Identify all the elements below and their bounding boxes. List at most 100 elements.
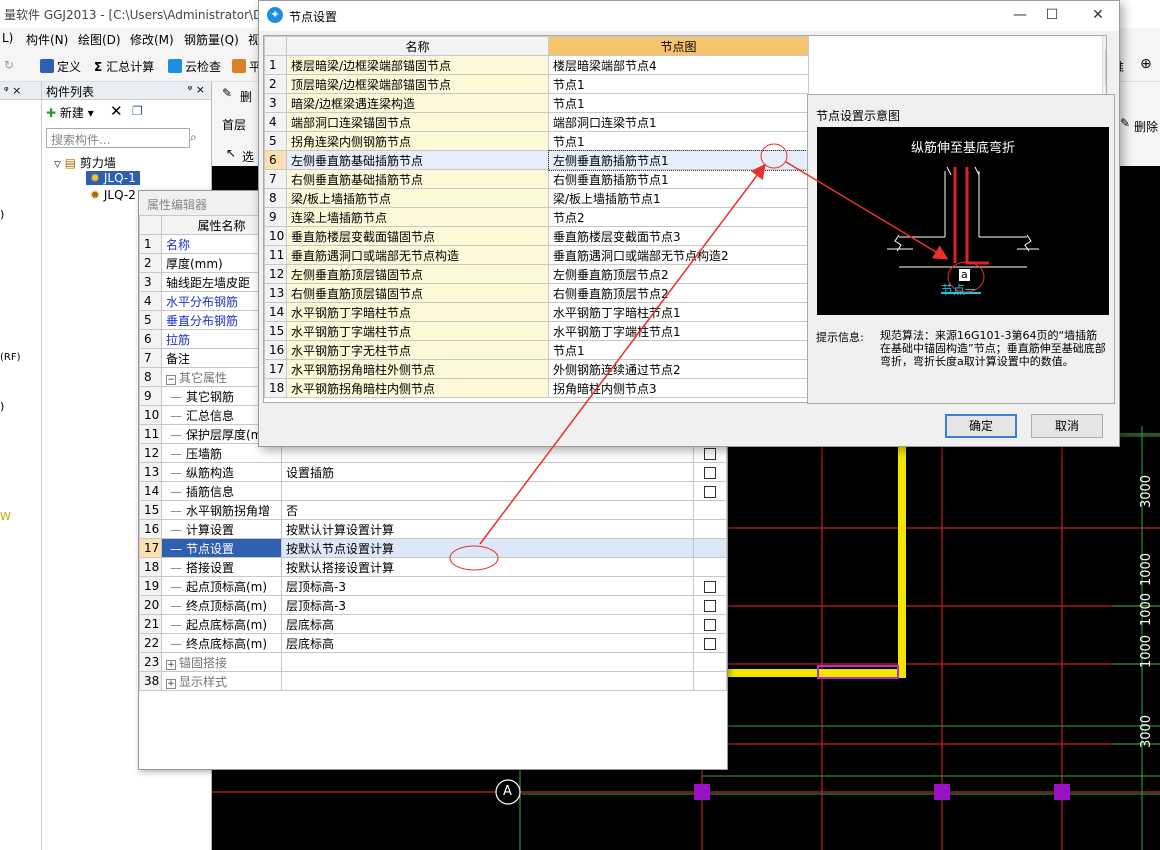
- node-row[interactable]: 11 垂直筋遇洞口或端部无节点构造 垂直筋遇洞口或端部无节点构造2: [264, 245, 809, 265]
- property-row[interactable]: 13 — 纵筋构造 设置插筋: [139, 462, 727, 482]
- node-row[interactable]: 18 水平钢筋拐角暗柱内侧节点 拐角暗柱内侧节点3: [264, 378, 809, 398]
- property-checkbox[interactable]: [704, 580, 716, 593]
- property-checkbox[interactable]: [704, 618, 716, 631]
- property-row[interactable]: 16 — 计算设置 按默认计算设置计算: [139, 519, 727, 539]
- property-value[interactable]: 层顶标高-3: [281, 576, 694, 596]
- node-row[interactable]: 7 右侧垂直筋基础插筋节点 右侧垂直筋插筋节点1: [264, 169, 809, 189]
- node-row[interactable]: 2 顶层暗梁/边框梁端部锚固节点 节点1: [264, 74, 809, 94]
- node-setting-value[interactable]: 节点1: [548, 74, 809, 94]
- node-setting-value[interactable]: 外侧钢筋连续通过节点2: [548, 359, 809, 379]
- node-row[interactable]: 9 连梁上墙插筋节点 节点2: [264, 207, 809, 227]
- node-row[interactable]: 6 左侧垂直筋基础插筋节点 左侧垂直筋插筋节点1: [264, 149, 810, 171]
- menu-item-rebar-quantity[interactable]: 钢筋量(Q): [184, 31, 239, 48]
- maximize-button[interactable]: ☐: [1037, 5, 1067, 25]
- node-row[interactable]: 15 水平钢筋丁字端柱节点 水平钢筋丁字端柱节点1: [264, 321, 809, 341]
- node-setting-value[interactable]: 右侧垂直筋顶层节点2: [548, 283, 809, 303]
- search-icon[interactable]: ⌕: [190, 130, 197, 145]
- node-row[interactable]: 14 水平钢筋丁字暗柱节点 水平钢筋丁字暗柱节点1: [264, 302, 809, 322]
- property-row[interactable]: 22 — 终点底标高(m) 层底标高: [139, 633, 727, 653]
- property-row[interactable]: 14 — 插筋信息: [139, 481, 727, 501]
- property-value[interactable]: 层底标高: [281, 633, 694, 653]
- tree-root[interactable]: ▽ ▤ 剪力墙: [54, 154, 116, 171]
- property-row[interactable]: 18 — 搭接设置 按默认搭接设置计算: [139, 557, 727, 577]
- node-setting-value[interactable]: 节点1: [548, 131, 809, 151]
- delete-x-icon[interactable]: ✕: [110, 102, 123, 120]
- collapse-icon[interactable]: ▽: [54, 160, 61, 170]
- property-checkbox[interactable]: [704, 599, 716, 612]
- tree-item-jlq2[interactable]: ✹ JLQ-2: [90, 188, 136, 202]
- brush-icon-right[interactable]: ✎: [1120, 116, 1130, 130]
- property-row[interactable]: 23 + 锚固搭接: [139, 652, 727, 672]
- node-setting-value[interactable]: 节点2: [548, 207, 809, 227]
- layer-selector[interactable]: 首层: [222, 116, 246, 133]
- flat-button[interactable]: 平: [232, 58, 261, 75]
- delete-button-right[interactable]: 删除: [1134, 118, 1158, 135]
- node-row[interactable]: 17 水平钢筋拐角暗柱外侧节点 外侧钢筋连续通过节点2: [264, 359, 809, 379]
- delete-button-left[interactable]: 删: [240, 88, 252, 105]
- node-setting-value[interactable]: 右侧垂直筋插筋节点1: [548, 169, 809, 189]
- node-setting-value[interactable]: 水平钢筋丁字暗柱节点1: [548, 302, 809, 322]
- menu-item-draw[interactable]: 绘图(D): [78, 31, 121, 48]
- node-row[interactable]: 1 楼层暗梁/边框梁端部锚固节点 楼层暗梁端部节点4: [264, 55, 809, 75]
- property-checkbox[interactable]: [704, 485, 716, 498]
- summary-calc-button[interactable]: Σ 汇总计算: [94, 58, 154, 75]
- copy-icon[interactable]: ❐: [132, 104, 143, 118]
- property-checkbox[interactable]: [704, 466, 716, 479]
- node-setting-value[interactable]: 节点1: [548, 93, 809, 113]
- property-row[interactable]: 15 — 水平钢筋拐角增否: [139, 500, 727, 520]
- node-row[interactable]: 8 梁/板上墙插筋节点 梁/板上墙插筋节点1: [264, 188, 809, 208]
- node-setting-value[interactable]: 垂直筋楼层变截面节点3: [548, 226, 809, 246]
- node-row[interactable]: 16 水平钢筋丁字无柱节点 节点1: [264, 340, 809, 360]
- pin-close-icon[interactable]: ᵠ ×: [188, 83, 205, 96]
- property-value[interactable]: 层顶标高-3: [281, 595, 694, 615]
- property-value[interactable]: 设置插筋: [281, 462, 694, 482]
- node-row[interactable]: 4 端部洞口连梁锚固节点 端部洞口连梁节点1: [264, 112, 809, 132]
- define-button[interactable]: 定义: [40, 58, 81, 75]
- property-value[interactable]: 层底标高: [281, 614, 694, 634]
- property-value[interactable]: 否: [281, 500, 694, 520]
- node-setting-value[interactable]: 左侧垂直筋顶层节点2: [548, 264, 809, 284]
- property-row[interactable]: 21 — 起点底标高(m) 层底标高: [139, 614, 727, 634]
- property-value[interactable]: [281, 671, 694, 691]
- node-setting-value[interactable]: 拐角暗柱内侧节点3: [548, 378, 809, 398]
- close-button[interactable]: ✕: [1083, 5, 1113, 25]
- tree-item-jlq1[interactable]: ✹ JLQ-1: [86, 171, 140, 185]
- property-checkbox[interactable]: [704, 637, 716, 650]
- node-row[interactable]: 12 左侧垂直筋顶层锚固节点 左侧垂直筋顶层节点2: [264, 264, 809, 284]
- property-value[interactable]: 按默认节点设置计算: [281, 538, 694, 558]
- node-setting-value[interactable]: 梁/板上墙插筋节点1: [548, 188, 809, 208]
- zoom-icon[interactable]: ⊕: [1140, 56, 1152, 72]
- cloud-check-button[interactable]: 云检查: [168, 58, 221, 75]
- property-value[interactable]: [281, 481, 694, 501]
- property-row[interactable]: 17 — 节点设置 按默认节点设置计算: [139, 538, 727, 558]
- property-checkbox[interactable]: [704, 447, 716, 460]
- node-setting-value[interactable]: 左侧垂直筋插筋节点1: [547, 149, 810, 171]
- property-row[interactable]: 38 + 显示样式: [139, 671, 727, 691]
- collapse-icon[interactable]: −: [166, 374, 176, 385]
- menu-item-component[interactable]: 构件(N): [26, 31, 68, 48]
- node-setting-value[interactable]: 端部洞口连梁节点1: [548, 112, 809, 132]
- node-setting-value[interactable]: 楼层暗梁端部节点4: [548, 55, 809, 75]
- scroll-thumb[interactable]: [1105, 49, 1106, 85]
- minimize-button[interactable]: —: [1005, 5, 1035, 25]
- property-value[interactable]: [281, 652, 694, 672]
- ok-button[interactable]: 确定: [945, 414, 1017, 438]
- new-component-button[interactable]: ✚ 新建 ▾: [46, 104, 94, 121]
- node-setting-value[interactable]: 水平钢筋丁字端柱节点1: [548, 321, 809, 341]
- node-row[interactable]: 13 右侧垂直筋顶层锚固节点 右侧垂直筋顶层节点2: [264, 283, 809, 303]
- expand-icon[interactable]: +: [166, 659, 176, 670]
- menu-item-view[interactable]: L): [2, 31, 13, 45]
- expand-icon[interactable]: +: [166, 678, 176, 689]
- property-value[interactable]: 按默认搭接设置计算: [281, 557, 694, 577]
- property-value[interactable]: 按默认计算设置计算: [281, 519, 694, 539]
- node-setting-value[interactable]: 垂直筋遇洞口或端部无节点构造2: [548, 245, 809, 265]
- cancel-button[interactable]: 取消: [1031, 414, 1103, 438]
- redo-icon[interactable]: ↻: [4, 58, 14, 72]
- brush-icon[interactable]: ✎: [222, 86, 232, 100]
- node-row[interactable]: 10 垂直筋楼层变截面锚固节点 垂直筋楼层变截面节点3: [264, 226, 809, 246]
- property-row[interactable]: 19 — 起点顶标高(m) 层顶标高-3: [139, 576, 727, 596]
- menu-item-modify[interactable]: 修改(M): [130, 31, 174, 48]
- node-row[interactable]: 3 暗梁/边框梁遇连梁构造 节点1: [264, 93, 809, 113]
- select-cursor-icon[interactable]: ↖: [226, 146, 236, 160]
- component-search-input[interactable]: 搜索构件...: [46, 128, 190, 148]
